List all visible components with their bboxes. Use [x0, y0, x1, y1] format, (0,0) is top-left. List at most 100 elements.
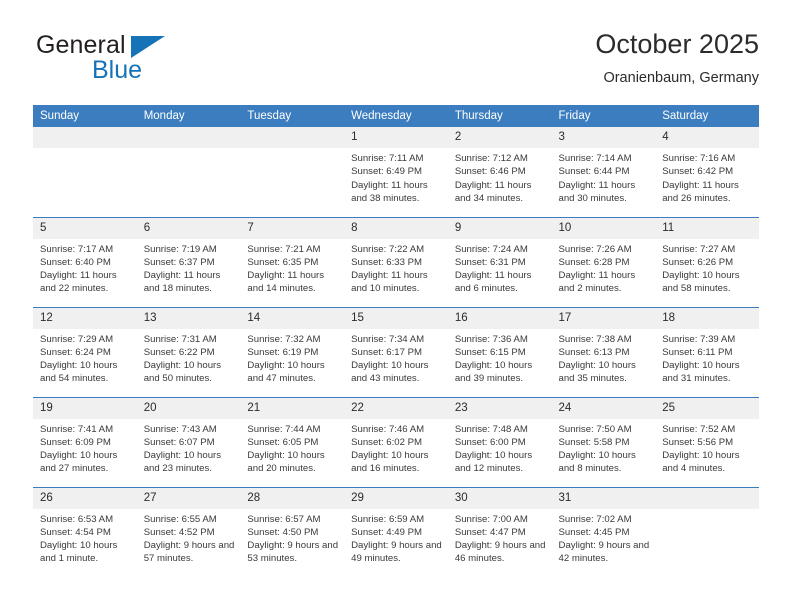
calendar-day-cell[interactable]: 31 Sunrise: 7:02 AM Sunset: 4:45 PM Dayligh…	[551, 486, 656, 578]
calendar-day-cell[interactable]: 18 Sunrise: 7:39 AM Sunset: 6:11 PM Dayligh…	[655, 306, 759, 397]
day-cell-inner	[33, 127, 137, 217]
sunrise-text: Sunrise: 7:48 AM	[454, 423, 528, 435]
day-info: Sunrise: 7:27 AM Sunset: 6:26 PM Daylight:…	[655, 239, 759, 296]
calendar-day-cell[interactable]: 26 Sunrise: 6:53 AM Sunset: 4:54 PM Dayligh…	[33, 486, 137, 578]
calendar-day-cell[interactable]: 28 Sunrise: 6:57 AM Sunset: 4:50 PM Dayligh…	[240, 486, 345, 578]
sunrise-text: Sunrise: 7:29 AM	[40, 333, 114, 345]
sunrise-text: Sunrise: 7:02 AM	[558, 513, 632, 525]
calendar-day-cell[interactable]: 14 Sunrise: 7:32 AM Sunset: 6:19 PM Dayligh…	[240, 306, 345, 397]
daylight-text: Daylight: 10 hours and 27 minutes.	[40, 450, 118, 475]
calendar-week-row: 26 Sunrise: 6:53 AM Sunset: 4:54 PM Dayligh…	[33, 486, 759, 578]
calendar-day-cell[interactable]: 15 Sunrise: 7:34 AM Sunset: 6:17 PM Dayligh…	[344, 306, 448, 397]
daylight-text: Daylight: 10 hours and 35 minutes.	[558, 360, 636, 385]
sunrise-text: Sunrise: 7:00 AM	[454, 513, 528, 525]
calendar-day-cell[interactable]: 20 Sunrise: 7:43 AM Sunset: 6:07 PM Dayligh…	[136, 396, 241, 487]
sunset-text: Sunset: 4:50 PM	[247, 526, 319, 538]
daylight-text: Daylight: 11 hours and 18 minutes.	[143, 270, 221, 295]
sunrise-text: Sunrise: 7:19 AM	[143, 243, 217, 255]
sunrise-text: Sunrise: 7:27 AM	[662, 243, 736, 255]
day-cell-inner: 6 Sunrise: 7:19 AM Sunset: 6:37 PM Daylight…	[136, 217, 241, 307]
calendar-day-cell[interactable]: 1 Sunrise: 7:11 AM Sunset: 6:49 PM Daylight…	[344, 127, 448, 217]
day-cell-inner: 11 Sunrise: 7:27 AM Sunset: 6:26 PM Dayligh…	[655, 217, 759, 307]
sunrise-text: Sunrise: 7:36 AM	[454, 333, 528, 345]
calendar-day-cell[interactable]: 30 Sunrise: 7:00 AM Sunset: 4:47 PM Dayligh…	[447, 486, 552, 577]
calendar-day-cell[interactable]: 13 Sunrise: 7:31 AM Sunset: 6:22 PM Dayligh…	[136, 306, 241, 397]
calendar-day-cell[interactable]: 16 Sunrise: 7:36 AM Sunset: 6:15 PM Dayligh…	[447, 306, 552, 397]
calendar-day-cell[interactable]: 6 Sunrise: 7:19 AM Sunset: 6:37 PM Daylight…	[136, 216, 241, 307]
sunset-text: Sunset: 6:05 PM	[247, 436, 319, 448]
sunset-text: Sunset: 6:22 PM	[143, 346, 215, 358]
day-cell-inner: 10 Sunrise: 7:26 AM Sunset: 6:28 PM Dayligh…	[551, 217, 656, 307]
calendar-day-cell[interactable]: 27 Sunrise: 6:55 AM Sunset: 4:52 PM Dayligh…	[136, 486, 241, 577]
daylight-text: Daylight: 11 hours and 10 minutes.	[351, 270, 428, 295]
day-info: Sunrise: 7:31 AM Sunset: 6:22 PM Daylight:…	[137, 329, 241, 386]
calendar-day-cell[interactable]: 4 Sunrise: 7:16 AM Sunset: 6:42 PM Daylight…	[655, 127, 759, 217]
day-number: 14	[240, 307, 345, 329]
day-info: Sunrise: 7:00 AM Sunset: 4:47 PM Daylight:…	[448, 509, 552, 566]
day-cell-inner: 28 Sunrise: 6:57 AM Sunset: 4:50 PM Dayligh…	[240, 487, 345, 578]
calendar-day-cell[interactable]: 10 Sunrise: 7:26 AM Sunset: 6:28 PM Dayligh…	[551, 216, 656, 307]
day-number: 12	[33, 307, 137, 329]
day-info: Sunrise: 7:36 AM Sunset: 6:15 PM Daylight:…	[448, 329, 552, 386]
calendar-day-cell[interactable]: 2 Sunrise: 7:12 AM Sunset: 6:46 PM Daylight…	[447, 127, 552, 217]
day-cell-inner: 1 Sunrise: 7:11 AM Sunset: 6:49 PM Daylight…	[344, 127, 448, 217]
sunrise-text: Sunrise: 7:34 AM	[351, 333, 425, 345]
daylight-text: Daylight: 11 hours and 26 minutes.	[662, 179, 739, 204]
day-cell-inner: 22 Sunrise: 7:46 AM Sunset: 6:02 PM Dayligh…	[344, 397, 448, 487]
general-blue-logo: General Blue	[33, 28, 253, 90]
calendar-day-cell[interactable]: 25 Sunrise: 7:52 AM Sunset: 5:56 PM Dayligh…	[655, 396, 759, 487]
calendar-day-cell[interactable]: 3 Sunrise: 7:14 AM Sunset: 6:44 PM Daylight…	[551, 127, 656, 217]
day-info: Sunrise: 7:19 AM Sunset: 6:37 PM Daylight:…	[137, 239, 241, 296]
calendar-day-cell[interactable]: 8 Sunrise: 7:22 AM Sunset: 6:33 PM Daylight…	[344, 216, 448, 307]
sunrise-text: Sunrise: 7:22 AM	[351, 243, 425, 255]
sunrise-text: Sunrise: 7:43 AM	[143, 423, 217, 435]
day-cell-inner: 23 Sunrise: 7:48 AM Sunset: 6:00 PM Dayligh…	[447, 397, 552, 487]
day-cell-inner	[655, 487, 759, 578]
day-cell-inner	[136, 127, 241, 217]
logo-text-blue: Blue	[92, 56, 143, 84]
calendar-day-cell[interactable]: 22 Sunrise: 7:46 AM Sunset: 6:02 PM Dayligh…	[344, 396, 448, 487]
sunset-text: Sunset: 6:19 PM	[247, 346, 319, 358]
daylight-text: Daylight: 10 hours and 50 minutes.	[143, 360, 222, 385]
calendar-body: 1 Sunrise: 7:11 AM Sunset: 6:49 PM Daylight…	[33, 127, 759, 577]
calendar-day-cell[interactable]: 7 Sunrise: 7:21 AM Sunset: 6:35 PM Daylight…	[240, 216, 345, 307]
sunrise-text: Sunrise: 7:41 AM	[40, 423, 114, 435]
day-info: Sunrise: 7:11 AM Sunset: 6:49 PM Daylight:…	[344, 148, 448, 205]
calendar-day-cell[interactable]: 9 Sunrise: 7:24 AM Sunset: 6:31 PM Daylight…	[447, 216, 552, 307]
day-number: 23	[447, 397, 552, 419]
day-cell-inner: 31 Sunrise: 7:02 AM Sunset: 4:45 PM Dayligh…	[551, 487, 656, 578]
sunset-text: Sunset: 6:13 PM	[558, 346, 630, 358]
day-number: 15	[344, 307, 448, 329]
calendar-day-cell[interactable]: 23 Sunrise: 7:48 AM Sunset: 6:00 PM Dayligh…	[447, 396, 552, 487]
title-block: October 2025 Oranienbaum, Germany	[595, 26, 759, 89]
calendar-day-cell[interactable]: 29 Sunrise: 6:59 AM Sunset: 4:49 PM Dayligh…	[344, 486, 448, 577]
day-cell-inner: 4 Sunrise: 7:16 AM Sunset: 6:42 PM Daylight…	[655, 127, 759, 217]
calendar-day-cell[interactable]: 12 Sunrise: 7:29 AM Sunset: 6:24 PM Dayligh…	[33, 306, 137, 397]
sunrise-text: Sunrise: 6:59 AM	[351, 513, 425, 525]
calendar-page: General Blue October 2025 Oranienbaum, G…	[0, 0, 792, 612]
calendar-day-cell[interactable]: 11 Sunrise: 7:27 AM Sunset: 6:26 PM Dayligh…	[655, 216, 759, 307]
sunset-text: Sunset: 6:26 PM	[662, 256, 734, 268]
day-info: Sunrise: 7:48 AM Sunset: 6:00 PM Daylight:…	[448, 419, 552, 476]
day-info: Sunrise: 7:32 AM Sunset: 6:19 PM Daylight:…	[240, 329, 344, 386]
sunrise-text: Sunrise: 7:31 AM	[143, 333, 217, 345]
sunrise-text: Sunrise: 6:53 AM	[40, 513, 114, 525]
daylight-text: Daylight: 9 hours and 53 minutes.	[247, 540, 339, 565]
day-number: 10	[551, 217, 656, 239]
calendar-day-cell[interactable]: 5 Sunrise: 7:17 AM Sunset: 6:40 PM Daylight…	[33, 216, 137, 307]
day-cell-inner: 26 Sunrise: 6:53 AM Sunset: 4:54 PM Dayligh…	[33, 487, 137, 578]
sunset-text: Sunset: 6:49 PM	[351, 166, 423, 178]
day-info: Sunrise: 7:24 AM Sunset: 6:31 PM Daylight:…	[448, 239, 552, 296]
day-cell-inner: 24 Sunrise: 7:50 AM Sunset: 5:58 PM Dayligh…	[551, 397, 656, 487]
day-cell-inner: 16 Sunrise: 7:36 AM Sunset: 6:15 PM Dayligh…	[447, 307, 552, 397]
calendar-day-cell[interactable]: 17 Sunrise: 7:38 AM Sunset: 6:13 PM Dayligh…	[551, 306, 656, 397]
calendar-day-cell[interactable]: 19 Sunrise: 7:41 AM Sunset: 6:09 PM Dayligh…	[33, 396, 137, 487]
sunrise-text: Sunrise: 6:55 AM	[143, 513, 217, 525]
calendar-day-cell[interactable]: 24 Sunrise: 7:50 AM Sunset: 5:58 PM Dayligh…	[551, 396, 656, 487]
day-info: Sunrise: 7:29 AM Sunset: 6:24 PM Daylight:…	[33, 329, 137, 386]
day-number	[240, 127, 345, 148]
daylight-text: Daylight: 11 hours and 14 minutes.	[247, 270, 325, 295]
calendar-day-cell[interactable]: 21 Sunrise: 7:44 AM Sunset: 6:05 PM Dayligh…	[240, 396, 345, 487]
sunset-text: Sunset: 6:46 PM	[454, 166, 526, 178]
sunrise-text: Sunrise: 7:21 AM	[247, 243, 321, 255]
